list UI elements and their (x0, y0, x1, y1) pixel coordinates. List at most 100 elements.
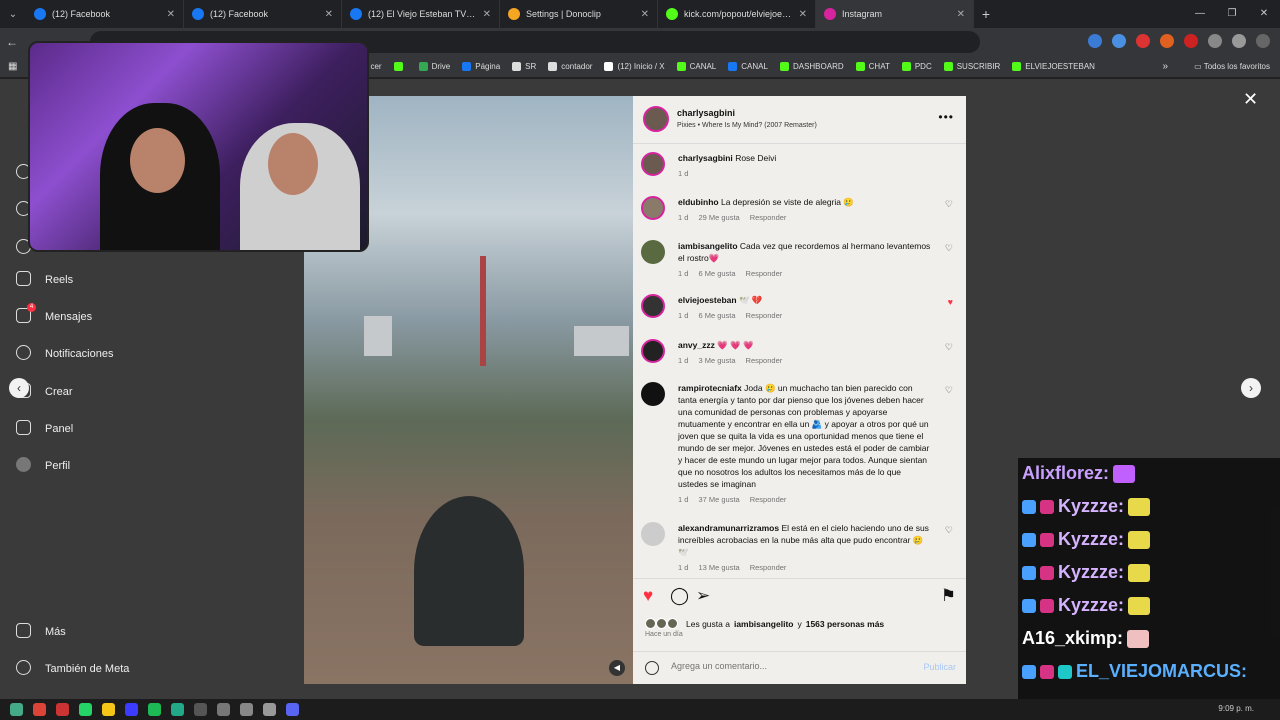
comment-like-heart-icon[interactable]: ♡ (945, 342, 953, 353)
spotify-icon[interactable] (148, 703, 161, 716)
maximize-button[interactable]: ❐ (1216, 0, 1248, 28)
comment-like-heart-icon[interactable]: ♡ (945, 243, 953, 254)
bookmark-item[interactable]: contador (548, 62, 592, 71)
bookmark-item[interactable]: PDC (901, 62, 932, 71)
app-icon[interactable] (263, 703, 276, 716)
new-tab-button[interactable]: + (974, 6, 998, 22)
profile-avatar[interactable] (1232, 34, 1246, 48)
like-heart-icon[interactable]: ♥ (643, 586, 653, 606)
publish-button[interactable]: Publicar (923, 662, 956, 672)
puzzle-icon[interactable] (1208, 34, 1222, 48)
comment-like-heart-icon[interactable]: ♥ (948, 297, 953, 307)
tab-close-icon[interactable]: ✕ (325, 9, 333, 20)
commenter-username[interactable]: alexandramunarrizramos (678, 523, 779, 533)
commenter-avatar[interactable] (641, 240, 665, 264)
tab-close-icon[interactable]: ✕ (483, 9, 491, 20)
commenter-avatar[interactable] (641, 294, 665, 318)
reply-button[interactable]: Responder (750, 563, 787, 572)
bookmark-item[interactable]: CANAL (676, 62, 716, 71)
bookmark-item[interactable]: (12) Inicio / X (604, 62, 665, 71)
minimize-button[interactable]: — (1184, 0, 1216, 28)
bookmark-item[interactable]: SR (512, 62, 536, 71)
author-avatar[interactable] (643, 106, 669, 132)
apps-grid-icon[interactable]: ▦ (8, 61, 17, 72)
bookmark-item[interactable]: ELVIEJOESTEBAN (1012, 62, 1095, 71)
app-icon[interactable] (240, 703, 253, 716)
commenter-avatar[interactable] (641, 196, 665, 220)
app-icon[interactable] (56, 703, 69, 716)
app-icon[interactable] (171, 703, 184, 716)
tab-close-icon[interactable]: ✕ (641, 9, 649, 20)
premiere-icon[interactable] (125, 703, 138, 716)
discord-icon[interactable] (286, 703, 299, 716)
commenter-avatar[interactable] (641, 382, 665, 406)
comment-input[interactable] (671, 661, 901, 671)
comment-likes[interactable]: 6 Me gusta (698, 311, 735, 320)
extension-icon[interactable] (1112, 34, 1126, 48)
extension-icon[interactable] (1184, 34, 1198, 48)
comment-like-heart-icon[interactable]: ♡ (945, 525, 953, 536)
sidebar-item-mensajes[interactable]: 4 Mensajes (16, 303, 92, 326)
tab-search-icon[interactable]: ⌄ (0, 9, 26, 20)
browser-tab[interactable]: (12) Facebook ✕ (26, 0, 184, 28)
likes-others[interactable]: 1563 personas más (806, 619, 884, 629)
extension-icon[interactable] (1160, 34, 1174, 48)
commenter-avatar[interactable] (641, 522, 665, 546)
browser-tab[interactable]: (12) El Viejo Esteban TV Reels | ✕ (342, 0, 500, 28)
share-icon[interactable]: ➢ (696, 586, 710, 606)
app-icon[interactable] (194, 703, 207, 716)
reply-button[interactable]: Responder (746, 311, 783, 320)
comment-likes[interactable]: 6 Me gusta (698, 269, 735, 278)
sidebar-item-tambi-n-de-meta[interactable]: También de Meta (16, 660, 129, 678)
close-modal-icon[interactable]: ✕ (1243, 89, 1258, 110)
bookmark-item[interactable]: CANAL (728, 62, 768, 71)
menu-icon[interactable] (1256, 34, 1270, 48)
bookmarks-overflow-icon[interactable]: » (1162, 61, 1168, 72)
close-window-button[interactable]: ✕ (1248, 0, 1280, 28)
bookmark-item[interactable]: Drive (418, 62, 450, 71)
more-options-icon[interactable]: ••• (938, 110, 954, 124)
audio-track[interactable]: Pixies • Where Is My Mind? (2007 Remaste… (677, 122, 817, 129)
tab-close-icon[interactable]: ✕ (799, 9, 807, 20)
comment-likes[interactable]: 3 Me gusta (698, 356, 735, 365)
bookmark-item[interactable]: CHAT (855, 62, 890, 71)
reply-button[interactable]: Responder (746, 269, 783, 278)
commenter-avatar[interactable] (641, 339, 665, 363)
comment-likes[interactable]: 13 Me gusta (698, 563, 739, 572)
emoji-icon[interactable] (645, 661, 659, 675)
reply-button[interactable]: Responder (750, 213, 787, 222)
browser-tab[interactable]: kick.com/popout/elviejoesteban ✕ (658, 0, 816, 28)
bookmark-item[interactable]: DASHBOARD (779, 62, 844, 71)
comment-like-heart-icon[interactable]: ♡ (945, 199, 953, 210)
comment-icon[interactable]: ◯ (670, 586, 689, 606)
tab-close-icon[interactable]: ✕ (957, 9, 965, 20)
next-post-arrow-icon[interactable]: › (1241, 378, 1261, 398)
browser-tab[interactable]: Instagram ✕ (816, 0, 974, 28)
start-icon[interactable] (10, 703, 23, 716)
all-favorites-folder[interactable]: ▭ Todos los favoritos (1194, 62, 1270, 71)
save-bookmark-icon[interactable]: ⚑ (941, 586, 956, 606)
sidebar-item-reels[interactable]: Reels (16, 271, 73, 289)
commenter-username[interactable]: iambisangelito (678, 241, 738, 251)
folder-icon[interactable] (102, 703, 115, 716)
author-username[interactable]: charlysagbini (677, 108, 735, 118)
commenter-username[interactable]: eldubinho (678, 197, 719, 207)
mute-icon[interactable]: ◀ (609, 660, 625, 676)
comment-likes[interactable]: 29 Me gusta (698, 213, 739, 222)
tab-close-icon[interactable]: ✕ (167, 9, 175, 20)
chrome-icon[interactable] (33, 703, 46, 716)
commenter-username[interactable]: rampirotecniafx (678, 383, 742, 393)
extension-icon[interactable] (1136, 34, 1150, 48)
bookmark-item[interactable] (393, 62, 407, 71)
commenter-username[interactable]: anvy_zzz (678, 340, 715, 350)
comment-likes[interactable]: 37 Me gusta (698, 495, 739, 504)
reply-button[interactable]: Responder (750, 495, 787, 504)
likes-user[interactable]: iambisangelito (734, 619, 794, 629)
commenter-avatar[interactable] (641, 152, 665, 176)
previous-post-arrow-icon[interactable]: ‹ (9, 378, 29, 398)
commenter-username[interactable]: elviejoesteban (678, 295, 737, 305)
sidebar-item-notificaciones[interactable]: Notificaciones (16, 345, 113, 363)
extension-icon[interactable] (1088, 34, 1102, 48)
back-button[interactable]: ← (0, 35, 24, 49)
sidebar-item-perfil[interactable]: Perfil (16, 457, 70, 475)
